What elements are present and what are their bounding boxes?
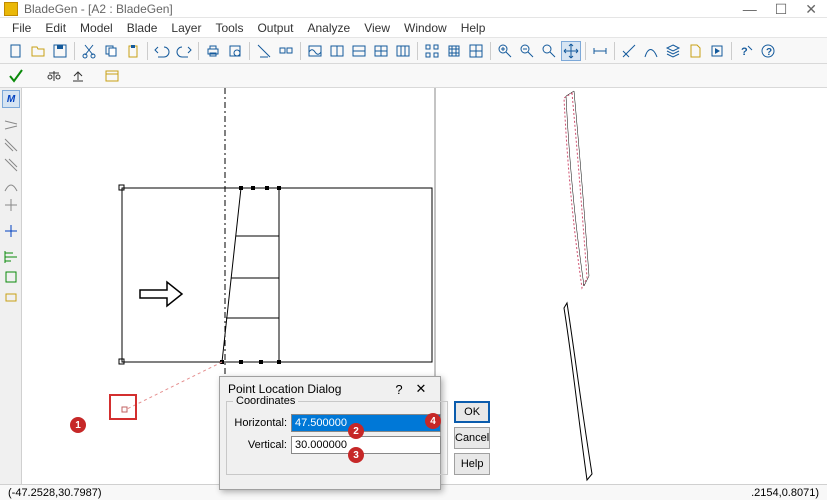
paste-icon[interactable] — [123, 41, 143, 61]
lt-tool6-icon[interactable] — [2, 268, 20, 286]
status-coordinates-right: .2154,0.8071) — [751, 487, 819, 499]
lt-cross-icon[interactable] — [2, 222, 20, 240]
dimension-icon[interactable] — [590, 41, 610, 61]
svg-text:?: ? — [766, 47, 772, 58]
cancel-button[interactable]: Cancel — [454, 427, 490, 449]
menu-file[interactable]: File — [12, 21, 31, 35]
curve2-icon[interactable] — [641, 41, 661, 61]
grid1-icon[interactable] — [422, 41, 442, 61]
menu-analyze[interactable]: Analyze — [308, 21, 351, 35]
horizontal-label: Horizontal: — [233, 417, 287, 429]
new-icon[interactable] — [6, 41, 26, 61]
grid2-icon[interactable] — [444, 41, 464, 61]
close-button[interactable]: ✕ — [805, 2, 817, 16]
print-icon[interactable] — [203, 41, 223, 61]
menu-blade[interactable]: Blade — [127, 21, 158, 35]
layout2-icon[interactable] — [327, 41, 347, 61]
open-icon[interactable] — [28, 41, 48, 61]
badge-3: 3 — [348, 447, 364, 463]
vertical-input[interactable] — [291, 436, 441, 454]
mode-m-button[interactable]: M — [2, 90, 20, 108]
cut-icon[interactable] — [79, 41, 99, 61]
title-bar: BladeGen - [A2 : BladeGen] — ☐ ✕ — [0, 0, 827, 18]
lt-tool4-icon[interactable] — [2, 176, 20, 194]
coordinates-group: Coordinates Horizontal: Vertical: — [226, 401, 448, 475]
badge-4: 4 — [425, 413, 441, 429]
menu-tools[interactable]: Tools — [215, 21, 243, 35]
menu-window[interactable]: Window — [404, 21, 447, 35]
toolbar-main: ? ? — [0, 38, 827, 64]
menu-view[interactable]: View — [364, 21, 390, 35]
vertical-label: Vertical: — [233, 439, 287, 451]
toolbar-secondary — [0, 64, 827, 88]
menu-layer[interactable]: Layer — [171, 21, 201, 35]
layers-icon[interactable] — [663, 41, 683, 61]
scale-icon[interactable] — [68, 66, 88, 86]
dialog-title-help-icon[interactable]: ? — [388, 382, 410, 397]
lt-tool2-icon[interactable] — [2, 136, 20, 154]
grid3-icon[interactable] — [466, 41, 486, 61]
zoom-in-icon[interactable] — [495, 41, 515, 61]
point-location-dialog: Point Location Dialog ? ✕ Coordinates Ho… — [219, 376, 441, 490]
ok-button[interactable]: OK — [454, 401, 490, 423]
tool2-icon[interactable] — [276, 41, 296, 61]
document-icon[interactable] — [685, 41, 705, 61]
app-title: BladeGen - [A2 : BladeGen] — [24, 2, 743, 16]
help-button[interactable]: Help — [454, 453, 490, 475]
badge-1: 1 — [70, 417, 86, 433]
left-toolbar: M — [0, 88, 22, 484]
redo-icon[interactable] — [174, 41, 194, 61]
preview-icon[interactable] — [225, 41, 245, 61]
lt-tool5-icon[interactable] — [2, 196, 20, 214]
copy-icon[interactable] — [101, 41, 121, 61]
dialog-title: Point Location Dialog — [228, 382, 388, 396]
lt-tool1-icon[interactable] — [2, 116, 20, 134]
pan-icon[interactable] — [561, 41, 581, 61]
zoom-out-icon[interactable] — [517, 41, 537, 61]
help-icon[interactable]: ? — [736, 41, 756, 61]
minimize-button[interactable]: — — [743, 2, 757, 16]
lt-align-icon[interactable] — [2, 248, 20, 266]
menu-edit[interactable]: Edit — [45, 21, 66, 35]
window-icon[interactable] — [102, 66, 122, 86]
tool1-icon[interactable] — [254, 41, 274, 61]
menu-output[interactable]: Output — [257, 21, 293, 35]
annotation-rect-1 — [109, 394, 137, 420]
layout3-icon[interactable] — [349, 41, 369, 61]
menu-help[interactable]: Help — [461, 21, 486, 35]
layout4-icon[interactable] — [371, 41, 391, 61]
balance-icon[interactable] — [44, 66, 64, 86]
status-coordinates-left: (-47.2528,30.7987) — [8, 487, 102, 499]
dialog-close-icon[interactable]: ✕ — [410, 381, 432, 397]
info-icon[interactable]: ? — [758, 41, 778, 61]
zoom-fit-icon[interactable] — [539, 41, 559, 61]
maximize-button[interactable]: ☐ — [775, 2, 788, 16]
save-icon[interactable] — [50, 41, 70, 61]
layout5-icon[interactable] — [393, 41, 413, 61]
badge-2: 2 — [348, 423, 364, 439]
lt-tool7-icon[interactable] — [2, 288, 20, 306]
menu-model[interactable]: Model — [80, 21, 113, 35]
app-icon — [4, 2, 18, 16]
curve1-icon[interactable] — [619, 41, 639, 61]
undo-icon[interactable] — [152, 41, 172, 61]
horizontal-input[interactable] — [291, 414, 441, 432]
layout1-icon[interactable] — [305, 41, 325, 61]
lt-tool3-icon[interactable] — [2, 156, 20, 174]
coordinates-legend: Coordinates — [233, 395, 298, 407]
menu-bar: File Edit Model Blade Layer Tools Output… — [0, 18, 827, 38]
play-icon[interactable] — [707, 41, 727, 61]
confirm-icon[interactable] — [6, 66, 26, 86]
svg-text:?: ? — [741, 46, 748, 58]
